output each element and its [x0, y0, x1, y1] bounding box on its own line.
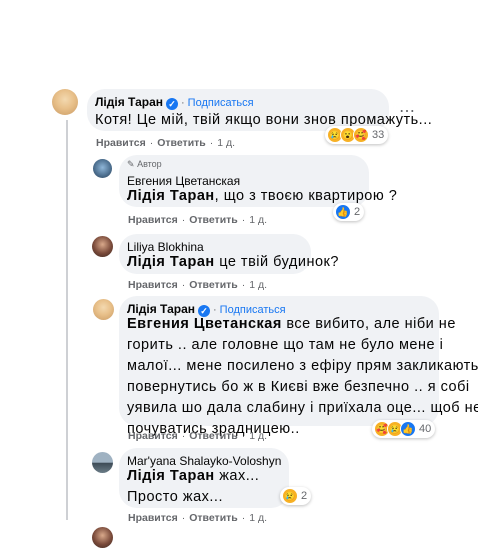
- like-button[interactable]: Нравится: [128, 279, 178, 291]
- like-button[interactable]: Нравится: [128, 430, 178, 442]
- mention-link[interactable]: Лідія Таран: [127, 188, 215, 204]
- like-reaction-icon: 👍: [400, 421, 416, 437]
- author-badge: ✎ Автор: [127, 159, 162, 169]
- care-reaction-icon: 🥰: [353, 127, 369, 143]
- avatar[interactable]: [92, 236, 113, 257]
- reaction-summary[interactable]: 👍 2: [333, 203, 365, 221]
- timestamp[interactable]: 1 д.: [249, 214, 267, 226]
- reaction-count: 33: [372, 129, 385, 141]
- avatar[interactable]: [52, 89, 78, 115]
- reaction-count: 2: [354, 206, 361, 218]
- comment-bubble: ✎ Автор Евгения Цветанская Лідія Таран, …: [119, 155, 397, 207]
- mention-link[interactable]: Евгения Цветанская: [127, 316, 282, 332]
- verified-badge-icon: ✓: [166, 98, 178, 110]
- like-button[interactable]: Нравится: [128, 214, 178, 226]
- comment-text: Лідія Таран це твій будинок?: [127, 254, 339, 270]
- avatar[interactable]: [93, 299, 114, 320]
- reaction-summary[interactable]: 😢 2: [280, 487, 312, 505]
- reaction-count: 2: [301, 490, 308, 502]
- reaction-summary[interactable]: 😢 😮 🥰 33: [325, 126, 389, 144]
- reply-button[interactable]: Ответить: [189, 279, 238, 291]
- avatar[interactable]: [92, 527, 113, 548]
- timestamp[interactable]: 1 д.: [249, 279, 267, 291]
- comment-bubble: Liliya Blokhina Лідія Таран це твій буди…: [119, 234, 338, 274]
- like-reaction-icon: 👍: [335, 204, 351, 220]
- more-options-icon[interactable]: ⋯: [399, 101, 416, 121]
- reply-button[interactable]: Ответить: [157, 137, 206, 149]
- sad-reaction-icon: 😢: [282, 488, 298, 504]
- comment-actions: Нравится · Ответить · 1 д.: [96, 137, 236, 149]
- avatar[interactable]: [93, 159, 112, 178]
- timestamp[interactable]: 1 д.: [217, 137, 235, 149]
- like-button[interactable]: Нравится: [128, 512, 178, 524]
- commenter-name[interactable]: Лідія Таран: [95, 95, 163, 109]
- reply-button[interactable]: Ответить: [189, 512, 238, 524]
- mention-link[interactable]: Лідія Таран: [127, 468, 215, 484]
- avatar[interactable]: [92, 452, 113, 473]
- comment-actions: Нравится · Ответить · 1 д.: [128, 279, 268, 291]
- comment-bubble: Лідія Таран ✓ · Подписаться Евгения Цветанс…: [119, 296, 478, 437]
- pencil-icon: ✎: [127, 159, 135, 169]
- reaction-summary[interactable]: 🥰 😢 👍 40: [372, 420, 436, 438]
- comment-bubble: Mar'yana Shalayko-Voloshyn Лідія Таран ж…: [119, 448, 289, 508]
- comment-bubble: Лідія Таран ✓ · Подписаться Котя! Це мій, т…: [87, 89, 432, 131]
- reaction-count: 40: [419, 423, 432, 435]
- follow-button[interactable]: Подписаться: [188, 97, 254, 109]
- timestamp[interactable]: 1 д.: [249, 512, 267, 524]
- comment-actions: Нравится · Ответить · 1 д.: [128, 512, 268, 524]
- timestamp[interactable]: 1 д.: [249, 430, 267, 442]
- comment-text: Лідія Таран жах... Просто жах...: [127, 468, 260, 505]
- reply-button[interactable]: Ответить: [189, 430, 238, 442]
- like-button[interactable]: Нравится: [96, 137, 146, 149]
- comment-actions: Нравится · Ответить · 1 д.: [128, 430, 268, 442]
- reply-button[interactable]: Ответить: [189, 214, 238, 226]
- thread-line: [66, 120, 68, 520]
- mention-link[interactable]: Лідія Таран: [127, 254, 215, 270]
- comment-actions: Нравится · Ответить · 1 д.: [128, 214, 268, 226]
